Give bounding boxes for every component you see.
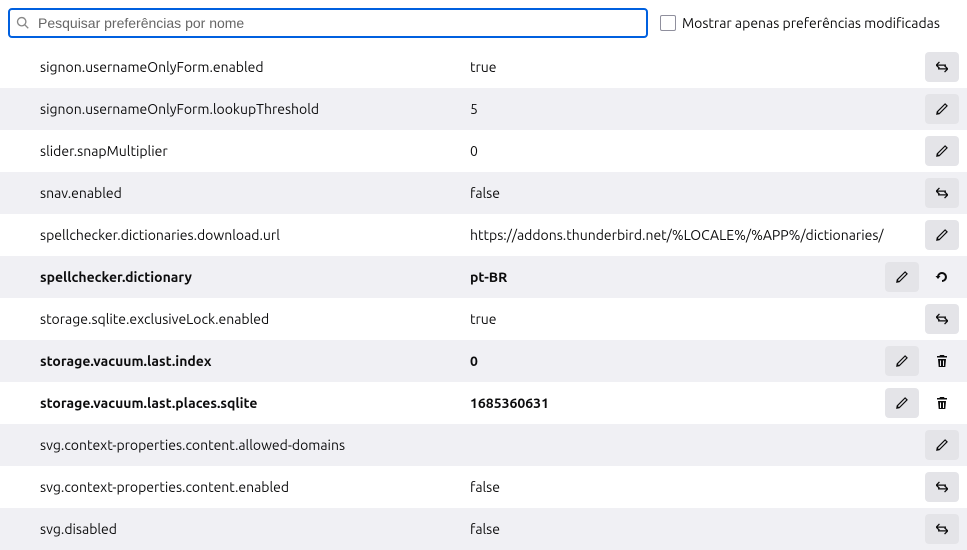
modified-only-label: Mostrar apenas preferências modificadas: [682, 15, 940, 31]
pref-name: storage.vacuum.last.places.sqlite: [40, 395, 470, 411]
edit-icon: [894, 353, 910, 369]
search-icon: [16, 16, 30, 30]
pref-name: svg.context-properties.content.enabled: [40, 479, 470, 495]
table-row: svg.context-properties.content.enabledfa…: [0, 466, 967, 508]
row-actions: [925, 178, 959, 208]
reset-icon: [934, 269, 950, 285]
pref-name: svg.disabled: [40, 521, 470, 537]
edit-button[interactable]: [885, 346, 919, 376]
edit-button[interactable]: [925, 136, 959, 166]
toggle-button[interactable]: [925, 178, 959, 208]
toggle-icon: [934, 185, 950, 201]
table-row: signon.usernameOnlyForm.enabledtrue: [0, 46, 967, 88]
table-row: storage.vacuum.last.places.sqlite1685360…: [0, 382, 967, 424]
row-actions: [925, 304, 959, 334]
delete-icon: [934, 353, 950, 369]
pref-value: true: [470, 310, 925, 328]
pref-value: 0: [470, 352, 885, 370]
pref-name: spellchecker.dictionaries.download.url: [40, 227, 470, 243]
toggle-icon: [934, 521, 950, 537]
pref-name: signon.usernameOnlyForm.enabled: [40, 59, 470, 75]
preferences-table: signon.usernameOnlyForm.enabledtruesigno…: [0, 46, 967, 550]
pref-name: signon.usernameOnlyForm.lookupThreshold: [40, 101, 470, 117]
pref-value: false: [470, 478, 925, 496]
row-actions: [925, 430, 959, 460]
pref-name: snav.enabled: [40, 185, 470, 201]
pref-name: spellchecker.dictionary: [40, 269, 470, 285]
search-wrap: [8, 8, 648, 38]
row-actions: [885, 346, 959, 376]
toggle-button[interactable]: [925, 52, 959, 82]
pref-value: https://addons.thunderbird.net/%LOCALE%/…: [470, 226, 925, 244]
toggle-button[interactable]: [925, 304, 959, 334]
table-row: spellchecker.dictionarypt-BR: [0, 256, 967, 298]
delete-icon: [934, 395, 950, 411]
toggle-icon: [934, 479, 950, 495]
pref-value: false: [470, 184, 925, 202]
edit-icon: [894, 395, 910, 411]
row-actions: [925, 514, 959, 544]
table-row: svg.context-properties.content.allowed-d…: [0, 424, 967, 466]
row-actions: [925, 220, 959, 250]
table-row: slider.snapMultiplier0: [0, 130, 967, 172]
delete-button[interactable]: [925, 346, 959, 376]
row-actions: [925, 52, 959, 82]
delete-button[interactable]: [925, 388, 959, 418]
header: Mostrar apenas preferências modificadas: [0, 0, 967, 46]
reset-button[interactable]: [925, 262, 959, 292]
toggle-button[interactable]: [925, 472, 959, 502]
toggle-icon: [934, 59, 950, 75]
table-row: signon.usernameOnlyForm.lookupThreshold5: [0, 88, 967, 130]
edit-icon: [934, 101, 950, 117]
edit-icon: [934, 227, 950, 243]
table-row: storage.vacuum.last.index0: [0, 340, 967, 382]
pref-name: storage.sqlite.exclusiveLock.enabled: [40, 311, 470, 327]
row-actions: [925, 136, 959, 166]
edit-button[interactable]: [925, 94, 959, 124]
edit-button[interactable]: [925, 430, 959, 460]
pref-value: 0: [470, 142, 925, 160]
table-row: storage.sqlite.exclusiveLock.enabledtrue: [0, 298, 967, 340]
modified-only-checkbox-wrap[interactable]: Mostrar apenas preferências modificadas: [660, 15, 940, 31]
row-actions: [885, 388, 959, 418]
modified-only-checkbox[interactable]: [660, 15, 676, 31]
pref-value: true: [470, 58, 925, 76]
pref-name: slider.snapMultiplier: [40, 143, 470, 159]
search-input[interactable]: [8, 8, 648, 38]
edit-icon: [934, 143, 950, 159]
edit-button[interactable]: [885, 388, 919, 418]
pref-value: 5: [470, 100, 925, 118]
edit-icon: [894, 269, 910, 285]
row-actions: [885, 262, 959, 292]
table-row: snav.enabledfalse: [0, 172, 967, 214]
pref-value: pt-BR: [470, 268, 885, 286]
pref-value: false: [470, 520, 925, 538]
pref-name: storage.vacuum.last.index: [40, 353, 470, 369]
table-row: spellchecker.dictionaries.download.urlht…: [0, 214, 967, 256]
table-row: svg.disabledfalse: [0, 508, 967, 550]
pref-name: svg.context-properties.content.allowed-d…: [40, 437, 470, 453]
toggle-icon: [934, 311, 950, 327]
edit-icon: [934, 437, 950, 453]
row-actions: [925, 472, 959, 502]
toggle-button[interactable]: [925, 514, 959, 544]
pref-value: 1685360631: [470, 394, 885, 412]
edit-button[interactable]: [925, 220, 959, 250]
edit-button[interactable]: [885, 262, 919, 292]
row-actions: [925, 94, 959, 124]
